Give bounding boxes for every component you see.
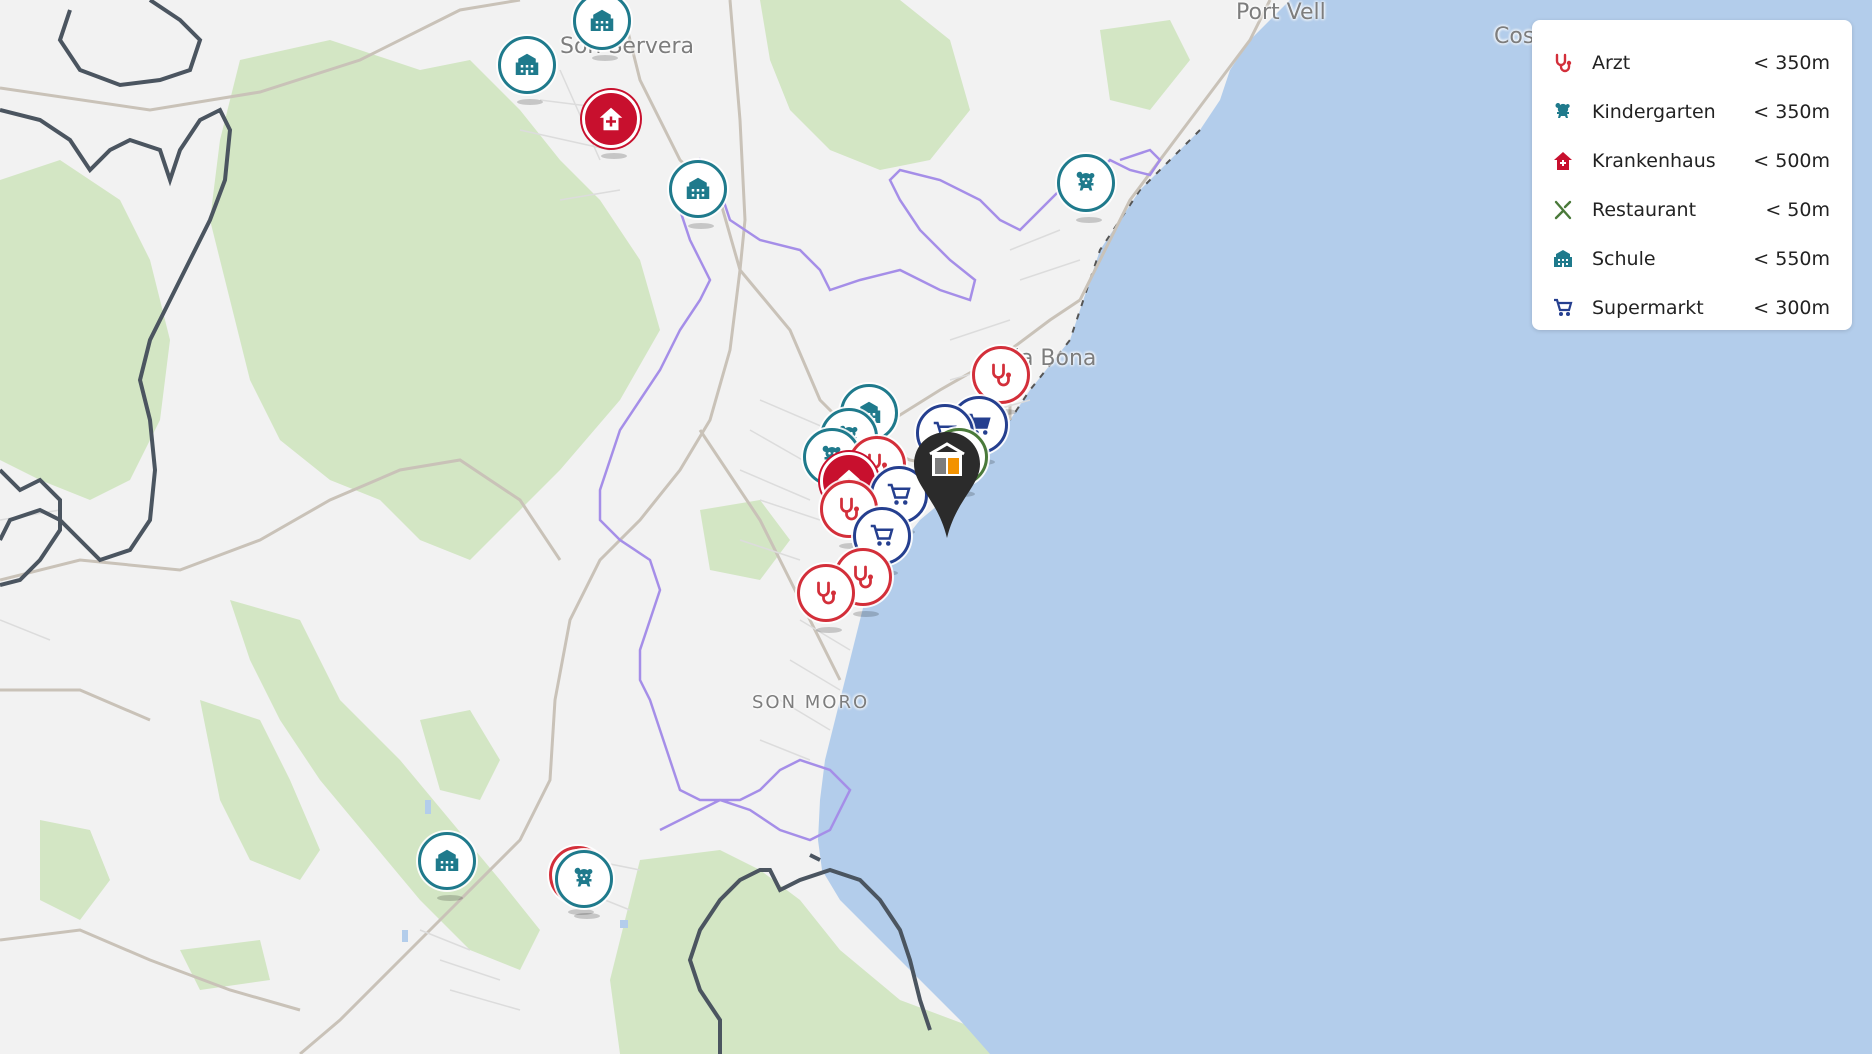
legend-distance: < 300m [1753,296,1830,319]
stethoscope-icon [992,363,1011,387]
cutlery-icon [1550,197,1576,223]
teddy-bear-icon [1076,171,1095,191]
legend-label: Kindergarten [1592,100,1716,123]
school-icon [435,849,459,871]
cart-icon [870,524,894,546]
legend-label: Supermarkt [1592,296,1704,319]
legend-label: Restaurant [1592,198,1697,221]
cart-icon [887,483,911,505]
legend-distance: < 500m [1753,149,1830,172]
hospital-icon [1550,148,1576,174]
stethoscope-icon [1550,50,1576,76]
legend-distance: < 350m [1753,51,1830,74]
school-icon [515,53,539,75]
cart-icon [1550,295,1576,321]
legend-label: Krankenhaus [1592,149,1716,172]
legend-label: Schule [1592,247,1656,270]
poi-legend: Arzt < 350m Kindergarten < 350m Krankenh… [1532,20,1852,330]
legend-item-supermarkt[interactable]: Supermarkt < 300m [1550,283,1830,332]
legend-item-kindergarten[interactable]: Kindergarten < 350m [1550,87,1830,136]
school-icon [686,177,710,199]
property-pin[interactable] [912,430,982,540]
legend-distance: < 550m [1753,247,1830,270]
legend-item-schule[interactable]: Schule < 550m [1550,234,1830,283]
legend-item-restaurant[interactable]: Restaurant < 50m [1550,185,1830,234]
school-marker[interactable] [498,36,556,105]
kindergarten-marker[interactable] [1057,154,1115,223]
school-icon [1550,246,1576,272]
school-icon [590,9,614,31]
doctor-marker[interactable] [797,564,855,633]
school-marker[interactable] [418,832,476,901]
kindergarten-marker[interactable] [555,850,613,919]
hospital-marker[interactable] [582,90,640,159]
teddy-bear-icon [1550,99,1576,125]
teddy-bear-icon [574,867,593,887]
legend-distance: < 50m [1765,198,1830,221]
legend-item-arzt[interactable]: Arzt < 350m [1550,38,1830,87]
legend-label: Arzt [1592,51,1631,74]
legend-distance: < 350m [1753,100,1830,123]
legend-item-krankenhaus[interactable]: Krankenhaus < 500m [1550,136,1830,185]
hospital-icon [599,107,623,131]
stethoscope-icon [817,581,836,605]
school-marker[interactable] [669,160,727,229]
